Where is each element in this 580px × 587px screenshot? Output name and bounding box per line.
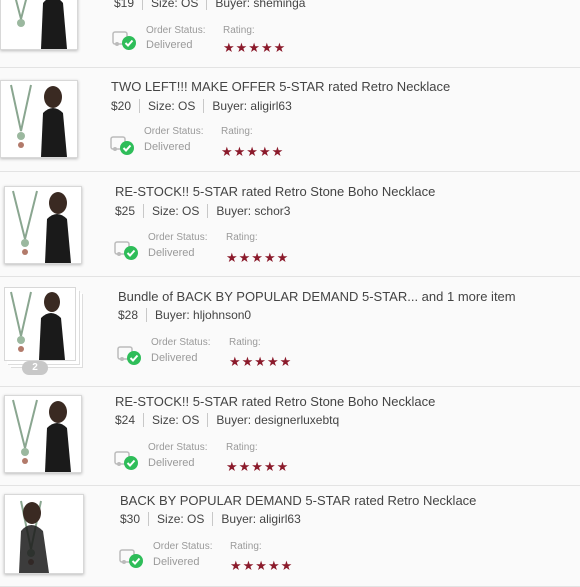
order-meta: $24 Size: OS Buyer: designerluxebtq bbox=[115, 413, 339, 427]
order-meta: $20 Size: OS Buyer: aligirl63 bbox=[111, 99, 292, 113]
delivered-truck-icon bbox=[117, 346, 141, 365]
rating-label: Rating: bbox=[223, 25, 255, 36]
delivered-truck-icon bbox=[114, 451, 138, 470]
bundle-thumbnail[interactable] bbox=[4, 287, 76, 361]
order-status-label: Order Status: bbox=[146, 25, 206, 36]
order-status-label: Order Status: bbox=[148, 232, 208, 243]
order-row[interactable]: RE-STOCK!! 5-STAR rated Retro Stone Boho… bbox=[0, 172, 580, 277]
divider bbox=[203, 99, 205, 113]
order-row[interactable]: BACK BY POPULAR DEMAND 5-STAR rated Retr… bbox=[0, 486, 580, 587]
divider bbox=[139, 99, 141, 113]
order-status-value: Delivered bbox=[144, 141, 191, 153]
divider bbox=[148, 512, 150, 526]
delivered-truck-icon bbox=[119, 549, 143, 568]
rating-stars: ★★★★★ bbox=[229, 354, 293, 369]
divider bbox=[207, 204, 209, 218]
price: $19 bbox=[114, 0, 135, 10]
divider bbox=[142, 0, 144, 10]
necklace-photo-icon bbox=[5, 495, 83, 573]
order-status-label: Order Status: bbox=[144, 126, 204, 137]
order-row[interactable]: RE-STOCK!! 5-STAR rated Retro Stone Boho… bbox=[0, 387, 580, 486]
divider bbox=[146, 308, 148, 322]
rating-stars: ★★★★★ bbox=[223, 40, 287, 55]
order-status-value: Delivered bbox=[146, 39, 193, 51]
order-status-label: Order Status: bbox=[151, 337, 211, 348]
necklace-photo-icon bbox=[5, 396, 81, 472]
rating-stars: ★★★★★ bbox=[221, 144, 285, 159]
necklace-photo-icon bbox=[5, 187, 81, 263]
rating-label: Rating: bbox=[226, 232, 258, 243]
listing-title[interactable]: Bundle of BACK BY POPULAR DEMAND 5-STAR.… bbox=[118, 289, 516, 304]
divider bbox=[207, 413, 209, 427]
divider bbox=[212, 512, 214, 526]
rating-stars: ★★★★★ bbox=[230, 558, 294, 573]
rating-label: Rating: bbox=[229, 337, 261, 348]
size: Size: OS bbox=[157, 512, 205, 526]
buyer: Buyer: aligirl63 bbox=[221, 512, 301, 526]
price: $30 bbox=[120, 512, 141, 526]
buyer: Buyer: sheminga bbox=[215, 0, 306, 10]
size: Size: OS bbox=[148, 99, 196, 113]
price: $25 bbox=[115, 204, 136, 218]
buyer: Buyer: designerluxebtq bbox=[216, 413, 340, 427]
order-meta: $19 Size: OS Buyer: sheminga bbox=[114, 0, 305, 10]
necklace-photo-icon bbox=[5, 288, 75, 360]
price: $28 bbox=[118, 308, 139, 322]
size: Size: OS bbox=[151, 0, 199, 10]
buyer: Buyer: hljohnson0 bbox=[155, 308, 252, 322]
product-thumbnail[interactable] bbox=[4, 186, 82, 264]
size: Size: OS bbox=[152, 204, 200, 218]
product-thumbnail[interactable] bbox=[4, 395, 82, 473]
product-thumbnail[interactable] bbox=[0, 80, 78, 158]
buyer: Buyer: schor3 bbox=[216, 204, 291, 218]
listing-title[interactable]: RE-STOCK!! 5-STAR rated Retro Stone Boho… bbox=[115, 184, 435, 199]
divider bbox=[143, 413, 145, 427]
order-status-label: Order Status: bbox=[148, 442, 208, 453]
size: Size: OS bbox=[152, 413, 200, 427]
order-status-value: Delivered bbox=[148, 457, 195, 469]
order-meta: $28 Buyer: hljohnson0 bbox=[118, 308, 251, 322]
rating-label: Rating: bbox=[221, 126, 253, 137]
delivered-truck-icon bbox=[110, 136, 134, 155]
order-row[interactable]: 2 Bundle of BACK BY POPULAR DEMAND 5-STA… bbox=[0, 277, 580, 387]
product-thumbnail[interactable] bbox=[0, 0, 78, 50]
listing-title[interactable]: TWO LEFT!!! MAKE OFFER 5-STAR rated Retr… bbox=[111, 79, 450, 94]
bundle-count-badge: 2 bbox=[22, 361, 48, 375]
rating-label: Rating: bbox=[226, 442, 258, 453]
delivered-truck-icon bbox=[114, 241, 138, 260]
order-meta: $25 Size: OS Buyer: schor3 bbox=[115, 204, 290, 218]
rating-label: Rating: bbox=[230, 541, 262, 552]
price: $20 bbox=[111, 99, 132, 113]
divider bbox=[206, 0, 208, 10]
order-row[interactable]: TWO LEFT!!! MAKE OFFER 5-STAR rated Retr… bbox=[0, 68, 580, 172]
buyer: Buyer: aligirl63 bbox=[212, 99, 292, 113]
order-row[interactable]: $19 Size: OS Buyer: sheminga Order Status:… bbox=[0, 0, 580, 68]
price: $24 bbox=[115, 413, 136, 427]
delivered-truck-icon bbox=[112, 31, 136, 50]
order-status-label: Order Status: bbox=[153, 541, 213, 552]
order-status-value: Delivered bbox=[148, 247, 195, 259]
product-thumbnail[interactable] bbox=[4, 494, 84, 574]
order-status-value: Delivered bbox=[151, 352, 198, 364]
order-meta: $30 Size: OS Buyer: aligirl63 bbox=[120, 512, 301, 526]
divider bbox=[143, 204, 145, 218]
necklace-photo-icon bbox=[1, 81, 77, 157]
order-status-value: Delivered bbox=[153, 556, 200, 568]
listing-title[interactable]: BACK BY POPULAR DEMAND 5-STAR rated Retr… bbox=[120, 493, 476, 508]
rating-stars: ★★★★★ bbox=[226, 250, 290, 265]
rating-stars: ★★★★★ bbox=[226, 459, 290, 474]
necklace-photo-icon bbox=[1, 0, 77, 49]
listing-title[interactable]: RE-STOCK!! 5-STAR rated Retro Stone Boho… bbox=[115, 394, 435, 409]
